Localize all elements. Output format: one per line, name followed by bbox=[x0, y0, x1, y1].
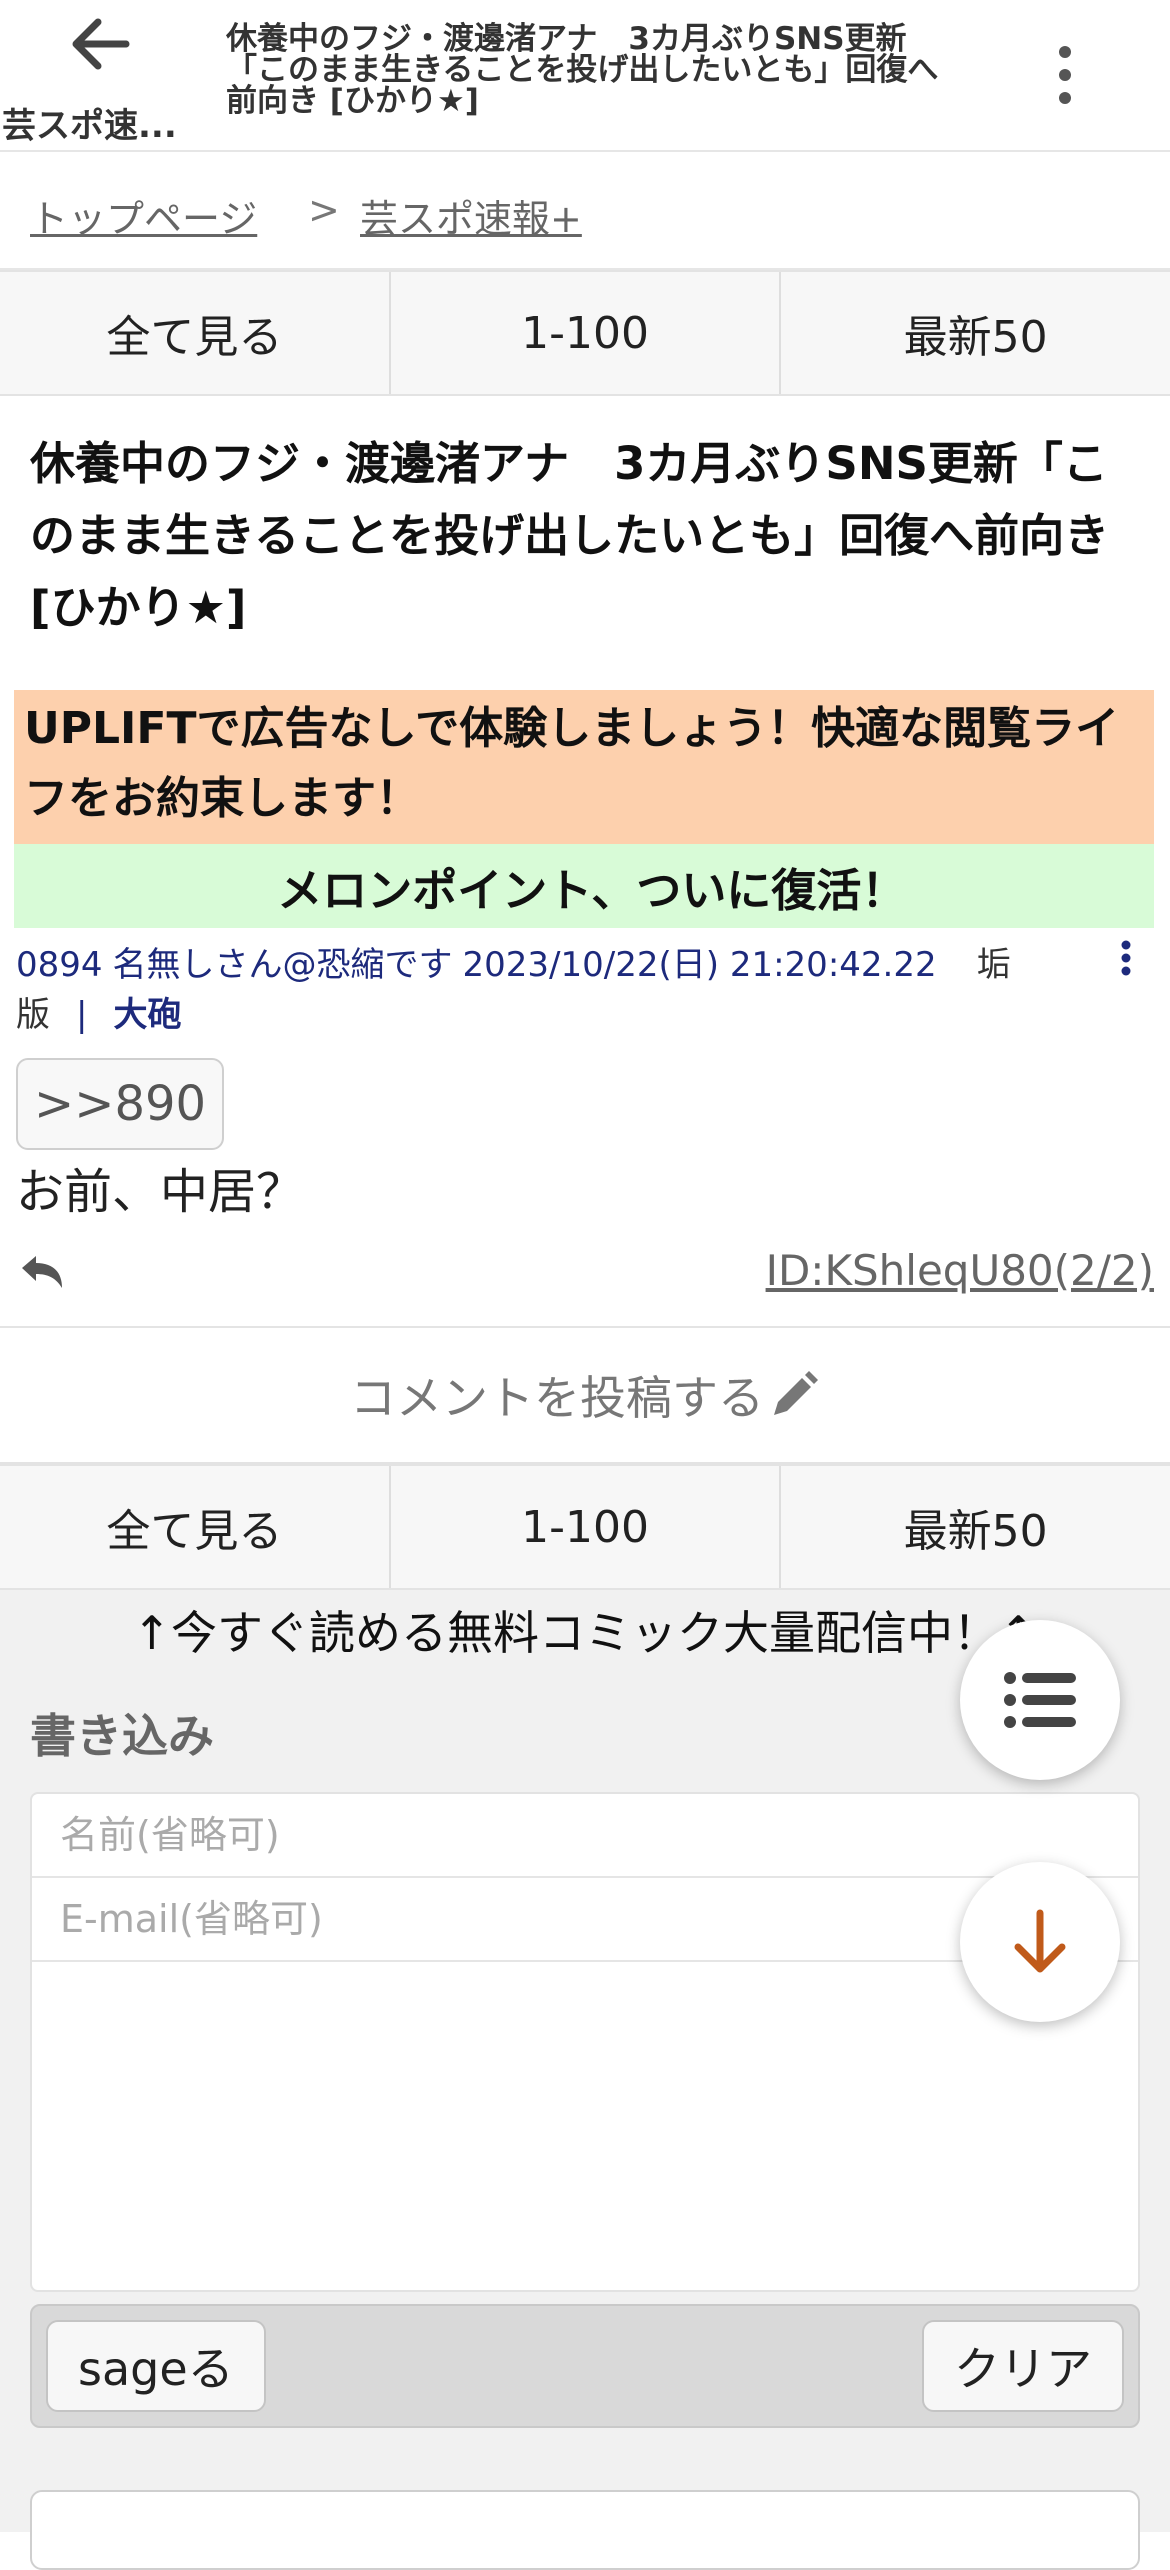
post-comment-button[interactable]: コメントを投稿する bbox=[0, 1328, 1170, 1464]
post-options-icon[interactable] bbox=[1108, 936, 1144, 986]
thread-nav-top: 全て見る 1-100 最新50 bbox=[0, 270, 1170, 396]
thread-nav-bottom: 全て見る 1-100 最新50 bbox=[0, 1464, 1170, 1590]
reply-icon[interactable] bbox=[18, 1252, 68, 1292]
header-thread-title: 休養中のフジ・渡邊渚アナ 3カ月ぶりSNS更新「このまま生きることを投げ出したい… bbox=[226, 21, 939, 119]
more-options-icon[interactable] bbox=[1040, 40, 1090, 110]
uplift-promo-banner[interactable]: UPLIFTで広告なしで体験しましょう！快適な閲覧ライフをお約束します！ bbox=[14, 690, 1154, 844]
submit-button[interactable] bbox=[30, 2490, 1140, 2570]
post-size: 大砲 bbox=[113, 995, 182, 1035]
breadcrumb-home-link[interactable]: トップページ bbox=[30, 188, 257, 243]
post-number[interactable]: 0894 bbox=[16, 945, 103, 985]
write-form bbox=[30, 1792, 1140, 2292]
back-arrow-icon[interactable] bbox=[64, 14, 144, 74]
nav-latest-button[interactable]: 最新50 bbox=[781, 1466, 1170, 1588]
name-input[interactable] bbox=[32, 1794, 1138, 1878]
pencil-icon bbox=[774, 1371, 818, 1415]
nav-range-button[interactable]: 1-100 bbox=[391, 1466, 782, 1588]
post-date: 2023/10/22(日) 21:20:42.22 bbox=[462, 945, 937, 985]
scroll-down-fab[interactable] bbox=[960, 1862, 1120, 2022]
post-author: 名無しさん@恐縮です bbox=[112, 945, 453, 985]
breadcrumb: トップページ > 芸スポ速報+ bbox=[0, 150, 1170, 270]
melon-point-banner[interactable]: 󠄀󠄀 󠄀メロンポイント、ついに復活！󠄀󠄀 bbox=[14, 844, 1154, 928]
board-name: 芸スポ速... bbox=[2, 106, 177, 146]
sage-button[interactable]: sageる bbox=[46, 2320, 266, 2412]
form-button-row: sageる クリア bbox=[30, 2304, 1140, 2428]
message-textarea[interactable] bbox=[32, 1962, 1138, 2288]
post-comment-label: コメントを投稿する bbox=[350, 1371, 764, 1425]
clear-button[interactable]: クリア bbox=[922, 2320, 1124, 2412]
breadcrumb-board-link[interactable]: 芸スポ速報+ bbox=[360, 188, 582, 243]
arrow-down-icon bbox=[1014, 1909, 1066, 1973]
breadcrumb-separator: > bbox=[308, 188, 340, 232]
app-header: 芸スポ速... 休養中のフジ・渡邊渚アナ 3カ月ぶりSNS更新「このまま生きるこ… bbox=[0, 0, 1170, 152]
post-meta: 0894 名無しさん@恐縮です 2023/10/22(日) 21:20:42.22 垢… bbox=[16, 940, 1076, 1040]
nav-latest-button[interactable]: 最新50 bbox=[781, 272, 1170, 394]
reply-anchor-link[interactable]: >>890 bbox=[16, 1058, 225, 1150]
post-id-link[interactable]: ID:KShleqU80(2/2) bbox=[766, 1246, 1154, 1295]
list-icon bbox=[1004, 1672, 1076, 1728]
meta-separator: | bbox=[76, 995, 88, 1035]
menu-fab[interactable] bbox=[960, 1620, 1120, 1780]
post-body: お前、中居？ bbox=[16, 1164, 305, 1220]
thread-title: 休養中のフジ・渡邊渚アナ 3カ月ぶりSNS更新「このまま生きることを投げ出したい… bbox=[30, 437, 1110, 634]
nav-all-button[interactable]: 全て見る bbox=[0, 1466, 391, 1588]
write-heading: 書き込み bbox=[30, 1709, 214, 1763]
nav-all-button[interactable]: 全て見る bbox=[0, 272, 391, 394]
nav-range-button[interactable]: 1-100 bbox=[391, 272, 782, 394]
